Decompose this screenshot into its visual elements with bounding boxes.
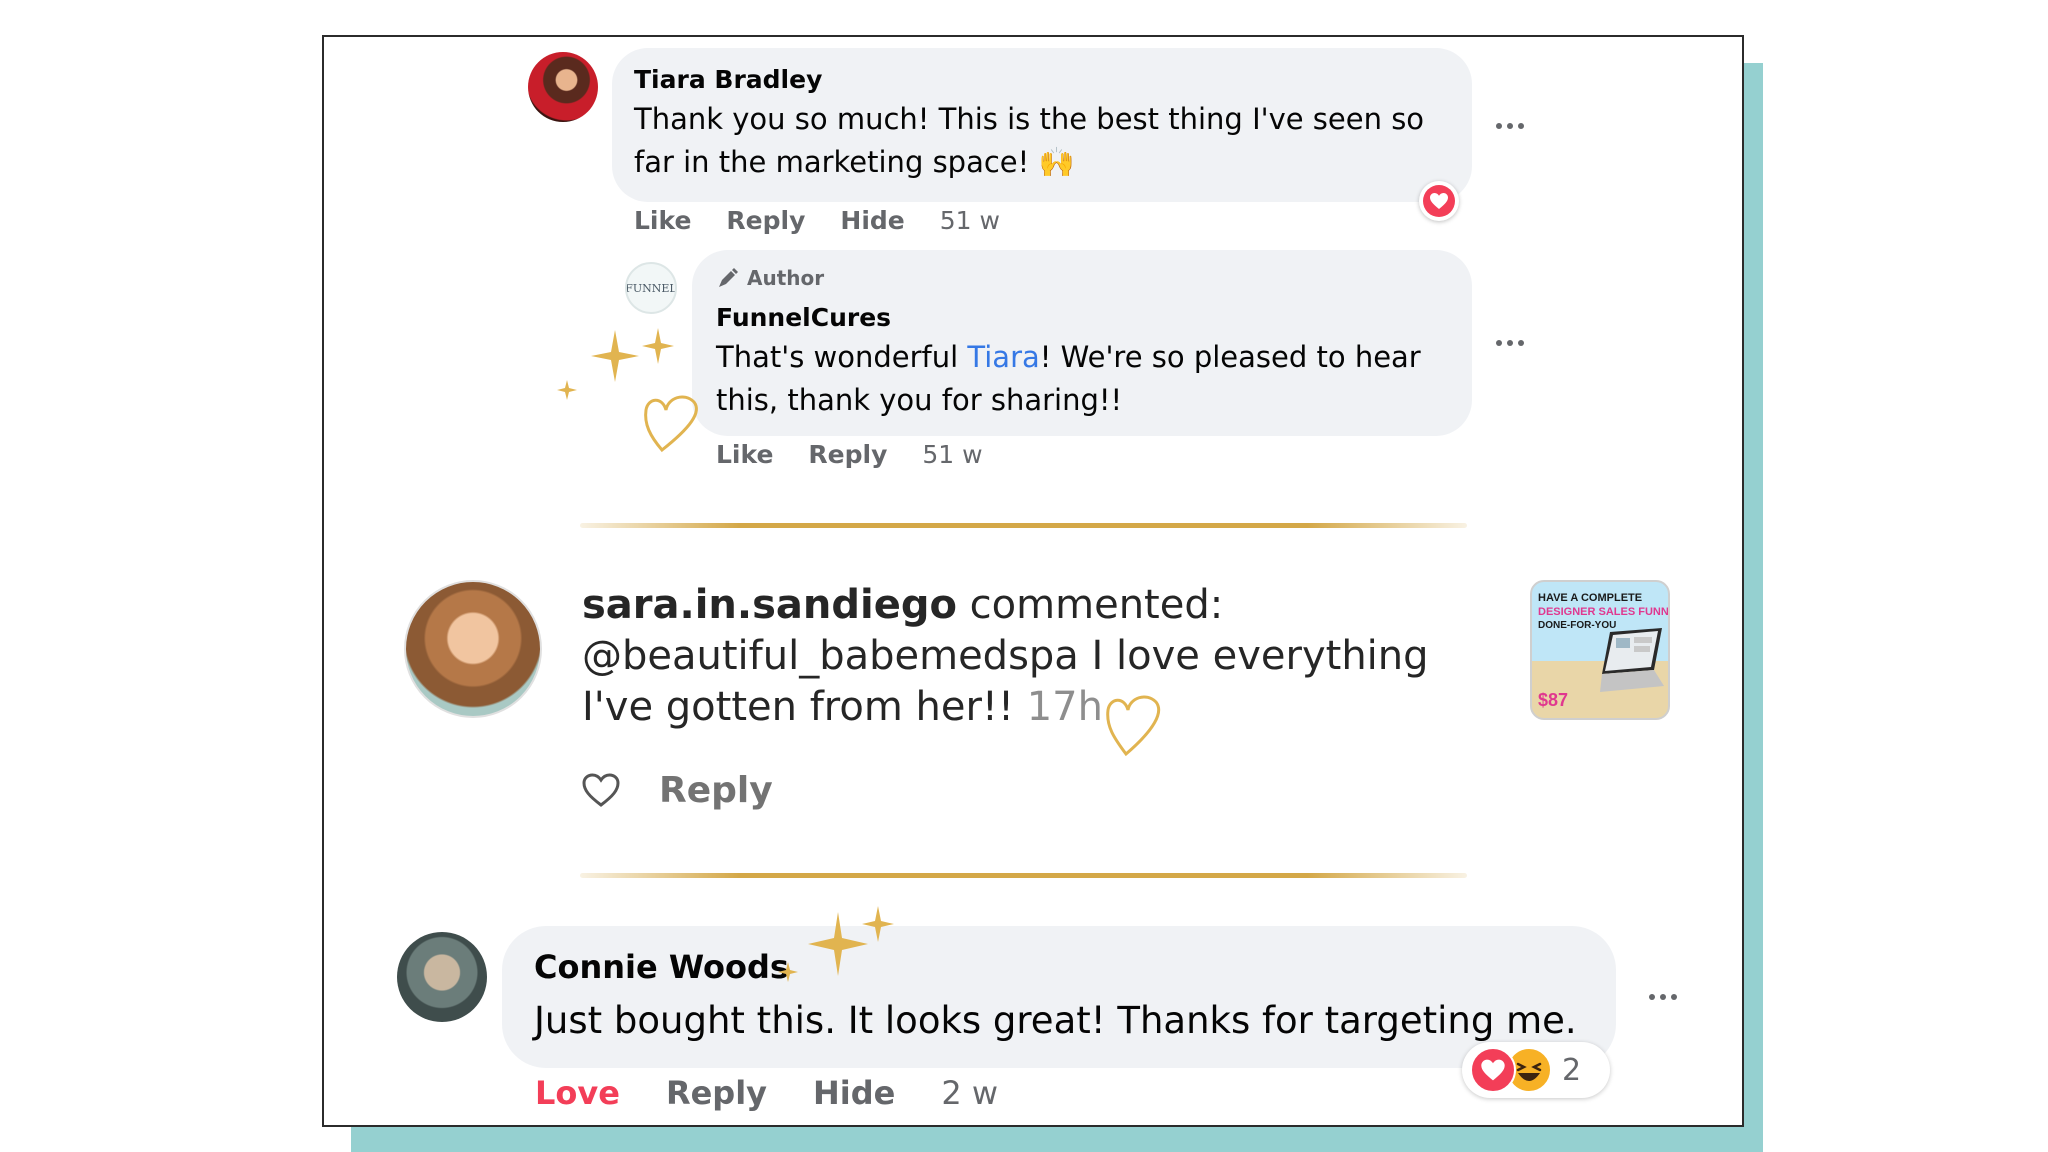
pen-icon xyxy=(719,268,738,287)
instagram-comment-line1: sara.in.sandiego commented: xyxy=(582,580,1223,631)
instagram-timestamp[interactable]: 17h xyxy=(1027,684,1103,730)
more-options-icon[interactable] xyxy=(1496,123,1524,129)
commenter-name[interactable]: FunnelCures xyxy=(716,302,891,334)
comment-text-line2: far in the marketing space! 🙌 xyxy=(634,145,1075,179)
author-badge-label: Author xyxy=(747,266,825,290)
tiara-avatar[interactable] xyxy=(528,52,598,122)
ad-thumbnail[interactable]: HAVE A COMPLETE DESIGNER SALES FUNNEL DO… xyxy=(1530,580,1670,720)
reply-timestamp[interactable]: 51 w xyxy=(922,440,982,469)
gold-divider xyxy=(580,873,1467,878)
commenter-name[interactable]: Tiara Bradley xyxy=(634,64,822,96)
commented-label: commented: xyxy=(956,582,1224,628)
thumbnail-headline-1: HAVE A COMPLETE xyxy=(1538,592,1643,604)
more-options-icon[interactable] xyxy=(1496,340,1524,346)
reply-link[interactable]: Reply xyxy=(726,206,805,235)
connie-comment-actions: Love Reply Hide 2 w xyxy=(535,1074,1033,1112)
comment-text-line1: Thank you so much! This is the best thin… xyxy=(634,102,1425,136)
reply-text-start: That's wonderful xyxy=(716,340,968,374)
commenter-name[interactable]: Connie Woods xyxy=(534,946,789,988)
funnelcures-reply-actions: Like Reply 51 w xyxy=(716,440,1018,469)
sara-avatar[interactable] xyxy=(404,580,542,718)
reaction-count: 2 xyxy=(1562,1052,1582,1088)
author-badge: Author xyxy=(716,266,824,290)
reply-text-line2: this, thank you for sharing!! xyxy=(716,383,1123,417)
like-link[interactable]: Like xyxy=(634,206,691,235)
hide-link[interactable]: Hide xyxy=(840,206,904,235)
funnelcures-avatar[interactable]: FUNNEL xyxy=(625,262,677,314)
small-sparkle-decoration xyxy=(862,906,894,942)
reply-link[interactable]: Reply xyxy=(808,440,887,469)
heart-doodle-icon xyxy=(1106,695,1161,757)
connie-comment-bubble: Connie Woods Just bought this. It looks … xyxy=(502,926,1616,1068)
comment-timestamp[interactable]: 2 w xyxy=(941,1074,998,1112)
gold-divider xyxy=(580,523,1467,528)
heart-reaction-icon[interactable] xyxy=(1419,181,1459,221)
reply-text-end: ! We're so pleased to hear xyxy=(1039,340,1421,374)
funnelcures-reply-bubble: Author FunnelCures That's wonderful Tiar… xyxy=(692,250,1472,436)
comment-text: Just bought this. It looks great! Thanks… xyxy=(534,999,1577,1042)
instagram-comment-line2: @beautiful_babemedspa I love everything xyxy=(582,633,1429,679)
reply-link[interactable]: Reply xyxy=(666,1074,767,1112)
mention-link[interactable]: Tiara xyxy=(967,340,1039,374)
love-reaction-icon xyxy=(1470,1047,1516,1093)
instagram-comment-line3: I've gotten from her!! 17h xyxy=(582,682,1103,733)
small-sparkle-decoration xyxy=(642,328,674,364)
instagram-reply-button[interactable]: Reply xyxy=(659,770,773,811)
avatar-logo-text: FUNNEL xyxy=(625,281,677,295)
instagram-comment-text: I've gotten from her!! xyxy=(582,684,1014,730)
tiara-comment-bubble: Tiara Bradley Thank you so much! This is… xyxy=(612,48,1472,202)
connie-avatar[interactable] xyxy=(397,932,487,1022)
hide-link[interactable]: Hide xyxy=(813,1074,895,1112)
instagram-username[interactable]: sara.in.sandiego xyxy=(582,582,957,628)
like-link[interactable]: Like xyxy=(716,440,773,469)
heart-outline-icon[interactable] xyxy=(581,772,621,808)
more-options-icon[interactable] xyxy=(1649,994,1677,1000)
reactions-summary[interactable]: 2 xyxy=(1462,1042,1610,1098)
thumbnail-price: $87 xyxy=(1538,690,1569,710)
heart-doodle-icon xyxy=(644,395,698,453)
laptop-icon xyxy=(1600,628,1664,692)
love-link[interactable]: Love xyxy=(535,1074,620,1112)
thumbnail-headline-2: DESIGNER SALES FUNNEL xyxy=(1538,606,1670,618)
reply-text-line1: That's wonderful Tiara! We're so pleased… xyxy=(716,336,1421,379)
comment-timestamp[interactable]: 51 w xyxy=(940,206,1000,235)
tiara-comment-actions: Like Reply Hide 51 w xyxy=(634,206,1035,235)
